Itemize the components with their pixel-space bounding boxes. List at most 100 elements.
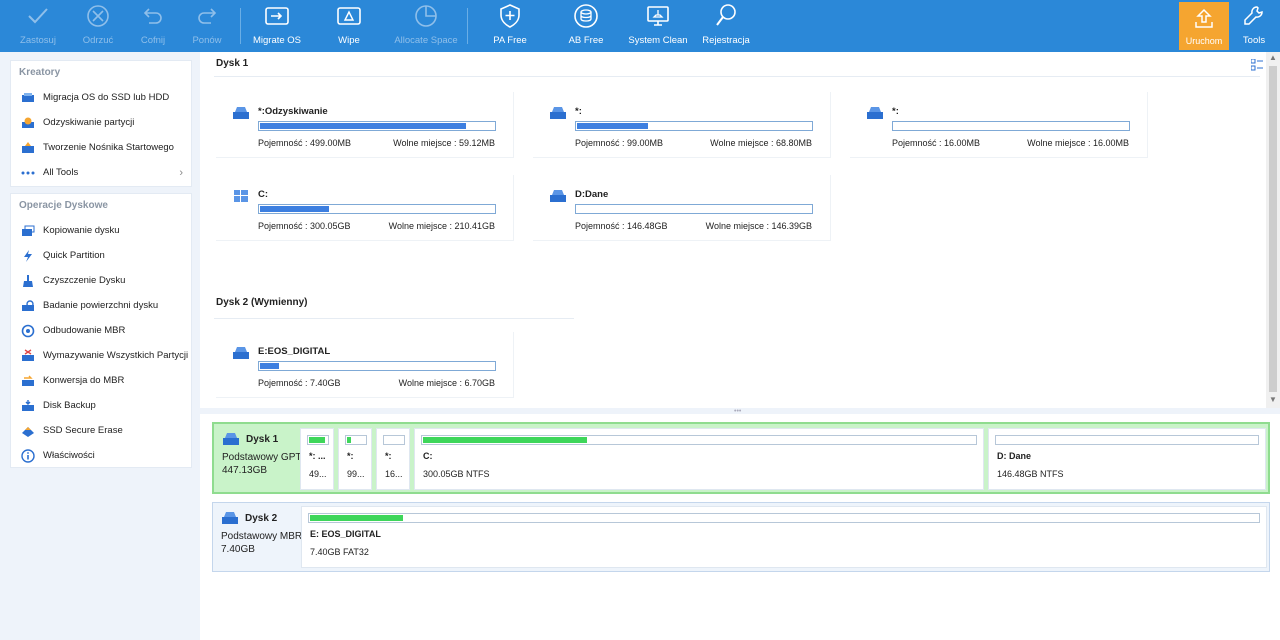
partition-segment[interactable]: *: 16...: [376, 428, 410, 490]
discard-button[interactable]: Odrzuć: [68, 0, 128, 52]
disk-type: Podstawowy MBR: [221, 531, 301, 542]
segment-bar-fill: [309, 437, 325, 443]
convert-icon: [21, 374, 35, 388]
drive-icon: [233, 347, 249, 359]
sidebar-item-label: Badanie powierzchni dysku: [43, 300, 159, 311]
sidebar-item-surface-test[interactable]: Badanie powierzchni dysku: [11, 293, 191, 318]
allocate-space-button[interactable]: Allocate Space: [392, 0, 460, 52]
partition-card[interactable]: *:Odzyskiwanie Pojemność : 499.00MB Woln…: [216, 92, 514, 158]
segment-bar: [421, 435, 977, 445]
capacity-label: Pojemność :: [892, 138, 945, 148]
segment-name: E: EOS_DIGITAL: [310, 529, 381, 539]
partition-card[interactable]: D:Dane Pojemność : 146.48GB Wolne miejsc…: [533, 175, 831, 241]
sidebar-item-wipe-disk[interactable]: Czyszczenie Dysku: [11, 268, 191, 293]
wipe-button[interactable]: Wipe: [320, 0, 378, 52]
segment-bar: [345, 435, 367, 445]
segment-bar: [383, 435, 405, 445]
sidebar-item-quick-partition[interactable]: Quick Partition: [11, 243, 191, 268]
launch-button[interactable]: Uruchom: [1179, 2, 1229, 50]
partition-segment[interactable]: E: EOS_DIGITAL 7.40GB FAT32: [301, 506, 1267, 568]
sidebar-item-bootable-media[interactable]: Tworzenie Nośnika Startowego: [11, 135, 191, 160]
capacity-value: 99.00MB: [627, 138, 664, 148]
segment-bar-fill: [423, 437, 588, 443]
chevron-right-icon: ›: [179, 166, 183, 179]
toolbar-separator: [467, 8, 468, 44]
scrollbar-thumb[interactable]: [1269, 66, 1277, 392]
backup-icon: [573, 3, 599, 29]
partition-name: *:Odzyskiwanie: [258, 106, 328, 117]
wipe-label: Wipe: [338, 35, 360, 46]
launch-icon: [1193, 8, 1215, 32]
capacity-text: Pojemność : 16.00MB: [892, 138, 980, 148]
undo-button[interactable]: Cofnij: [124, 0, 182, 52]
capacity-text: Pojemność : 499.00MB: [258, 138, 351, 148]
segment-bar: [308, 513, 1260, 523]
disk-name: Dysk 1: [222, 432, 302, 446]
disk-row-disk1[interactable]: Dysk 1 Podstawowy GPT 447.13GB *: ... 49…: [212, 422, 1270, 494]
sidebar-item-copy-disk[interactable]: Kopiowanie dysku: [11, 218, 191, 243]
sidebar-item-migrate-os[interactable]: Migracja OS do SSD lub HDD: [11, 85, 191, 110]
partition-card[interactable]: C: Pojemność : 300.05GB Wolne miejsce : …: [216, 175, 514, 241]
main-area: Dysk 1 *:Odzyskiwanie Pojemność : 499.00…: [200, 52, 1280, 640]
tools-button[interactable]: Tools: [1234, 0, 1274, 52]
sidebar-item-rebuild-mbr[interactable]: Odbudowanie MBR: [11, 318, 191, 343]
disk-operations-title: Operacje Dyskowe: [19, 200, 108, 211]
usage-bar: [575, 121, 813, 131]
sidebar-item-partition-recovery[interactable]: Odzyskiwanie partycji: [11, 110, 191, 135]
ab-free-button[interactable]: AB Free: [558, 0, 614, 52]
disk-info: Dysk 1 Podstawowy GPT 447.13GB: [222, 432, 302, 476]
partition-card[interactable]: *: Pojemność : 16.00MB Wolne miejsce : 1…: [850, 92, 1148, 158]
register-label: Rejestracja: [702, 35, 750, 46]
vertical-scrollbar[interactable]: ▲ ▼: [1266, 52, 1280, 408]
view-toggle-icon[interactable]: [1248, 56, 1266, 74]
sidebar-item-label: Właściwości: [43, 450, 95, 461]
usage-bar: [258, 361, 496, 371]
scroll-up-icon[interactable]: ▲: [1268, 53, 1278, 62]
sidebar-item-label: Wymazywanie Wszystkich Partycji: [43, 350, 189, 361]
wizards-title: Kreatory: [19, 67, 61, 78]
disk-row-disk2[interactable]: Dysk 2 Podstawowy MBR 7.40GB E: EOS_DIGI…: [212, 502, 1270, 572]
migrate-os-button[interactable]: Migrate OS: [248, 0, 306, 52]
pa-free-button[interactable]: PA Free: [482, 0, 538, 52]
free-label: Wolne miejsce :: [388, 221, 455, 231]
partition-card[interactable]: *: Pojemność : 99.00MB Wolne miejsce : 6…: [533, 92, 831, 158]
disk-info: Dysk 2 Podstawowy MBR 7.40GB: [221, 511, 301, 555]
sidebar-item-delete-all-partitions[interactable]: Wymazywanie Wszystkich Partycji: [11, 343, 191, 368]
sidebar-item-convert-mbr[interactable]: Konwersja do MBR: [11, 368, 191, 393]
sidebar-item-all-tools[interactable]: All Tools ›: [11, 160, 191, 185]
sidebar-item-label: Quick Partition: [43, 250, 105, 261]
disk-name: Dysk 2: [221, 511, 301, 525]
free-value: 68.80MB: [775, 138, 812, 148]
sidebar-item-properties[interactable]: Właściwości: [11, 443, 191, 468]
partition-segment[interactable]: *: ... 49...: [300, 428, 334, 490]
free-value: 210.41GB: [454, 221, 495, 231]
partition-card[interactable]: E:EOS_DIGITAL Pojemność : 7.40GB Wolne m…: [216, 332, 514, 398]
capacity-value: 146.48GB: [627, 221, 668, 231]
partition-segment[interactable]: C: 300.05GB NTFS: [414, 428, 984, 490]
sidebar-item-label: Czyszczenie Dysku: [43, 275, 126, 286]
redo-button[interactable]: Ponów: [178, 0, 236, 52]
sidebar-item-label: Migracja OS do SSD lub HDD: [43, 92, 170, 103]
system-clean-button[interactable]: System Clean: [626, 0, 690, 52]
apply-button[interactable]: Zastosuj: [8, 0, 68, 52]
segment-name: *: ...: [309, 451, 326, 461]
partition-segment[interactable]: *: 99...: [338, 428, 372, 490]
sidebar-item-label: Konwersja do MBR: [43, 375, 125, 386]
capacity-value: 300.05GB: [310, 221, 351, 231]
capacity-value: 7.40GB: [310, 378, 341, 388]
partition-segment[interactable]: D: Dane 146.48GB NTFS: [988, 428, 1266, 490]
free-label: Wolne miejsce :: [705, 221, 772, 231]
info-icon: [21, 448, 35, 463]
register-button[interactable]: Rejestracja: [698, 0, 754, 52]
sidebar-item-disk-backup[interactable]: Disk Backup: [11, 393, 191, 418]
segment-info: 146.48GB NTFS: [997, 469, 1064, 479]
scroll-down-icon[interactable]: ▼: [1268, 395, 1278, 404]
disk-name-label: Dysk 2: [245, 512, 278, 524]
sidebar-item-ssd-secure-erase[interactable]: SSD Secure Erase: [11, 418, 191, 443]
segment-info: 49...: [309, 469, 327, 479]
windows-icon: [234, 190, 248, 202]
free-text: Wolne miejsce : 59.12MB: [393, 138, 495, 148]
wrench-icon: [1241, 3, 1267, 29]
capacity-text: Pojemność : 7.40GB: [258, 378, 341, 388]
drive-icon: [550, 107, 566, 119]
